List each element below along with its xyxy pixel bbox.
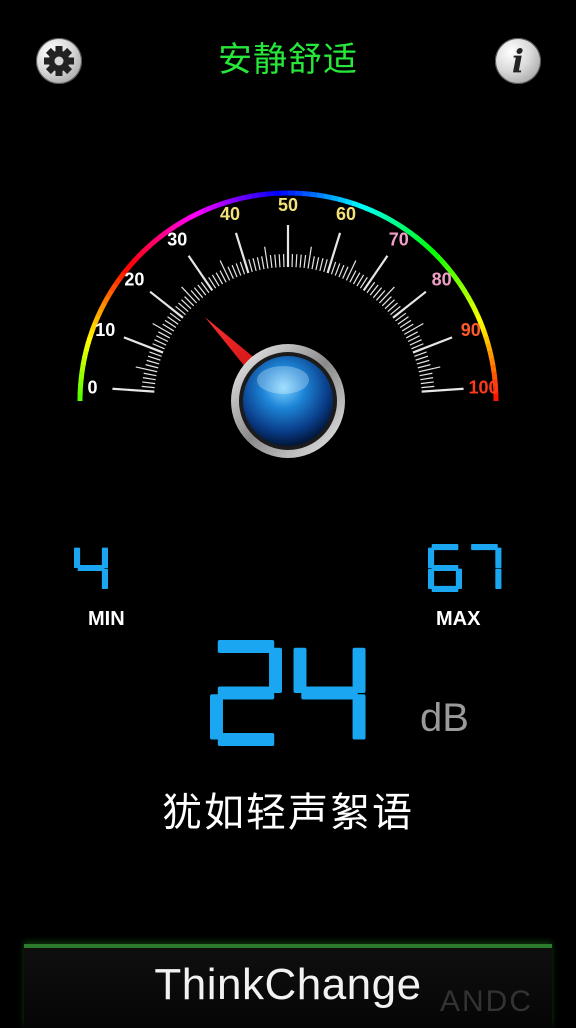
digit-segment: [102, 569, 108, 589]
scale-label-20: 20: [124, 269, 144, 289]
max-value-digits: [428, 544, 501, 592]
current-value-digits: [210, 640, 366, 746]
noise-description: 犹如轻声絮语: [0, 780, 576, 838]
top-bar: 安静舒适 i: [0, 0, 576, 120]
digit-segment: [269, 648, 282, 693]
digit-segment: [218, 687, 274, 700]
digit-segment: [102, 548, 108, 568]
scale-label-10: 10: [95, 320, 115, 340]
digit-segment: [495, 569, 501, 589]
digit-segment: [301, 687, 357, 700]
scale-label-60: 60: [336, 204, 356, 224]
scale-label-80: 80: [432, 269, 452, 289]
max-label: MAX: [436, 608, 480, 631]
sound-level-gauge: 0 10 20 30 40 50 60 70 80 90 100: [0, 140, 576, 480]
digit-segment: [432, 565, 459, 571]
info-button[interactable]: i: [495, 38, 541, 84]
min-value-digits: [74, 548, 108, 589]
digit-segment: [353, 648, 366, 693]
digit-segment: [495, 548, 501, 568]
scale-label-70: 70: [389, 229, 409, 249]
scale-label-0: 0: [87, 377, 97, 397]
digit-segment: [353, 694, 366, 739]
digit-segment: [432, 586, 459, 592]
current-value-display: [210, 640, 380, 754]
scale-label-30: 30: [167, 229, 187, 249]
min-value-display: [74, 544, 114, 596]
scale-label-100: 100: [468, 377, 498, 397]
scale-label-50: 50: [278, 195, 298, 215]
scale-label-90: 90: [461, 320, 481, 340]
info-icon: i: [512, 45, 524, 77]
scale-label-40: 40: [220, 204, 240, 224]
watermark: ANDC: [440, 985, 533, 1019]
digit-segment: [218, 733, 274, 746]
digit-segment: [432, 544, 459, 550]
app-title: 安静舒适: [0, 32, 576, 81]
unit-label: dB: [420, 696, 469, 741]
digit-segment: [456, 569, 462, 589]
digit-segment: [471, 544, 498, 550]
digit-segment: [78, 565, 105, 571]
min-label: MIN: [88, 608, 125, 631]
digit-segment: [218, 640, 274, 653]
digit-segment: [294, 648, 307, 693]
gauge-hub-highlight: [257, 366, 309, 394]
digit-segment: [210, 694, 223, 739]
max-value-display: [428, 544, 508, 596]
